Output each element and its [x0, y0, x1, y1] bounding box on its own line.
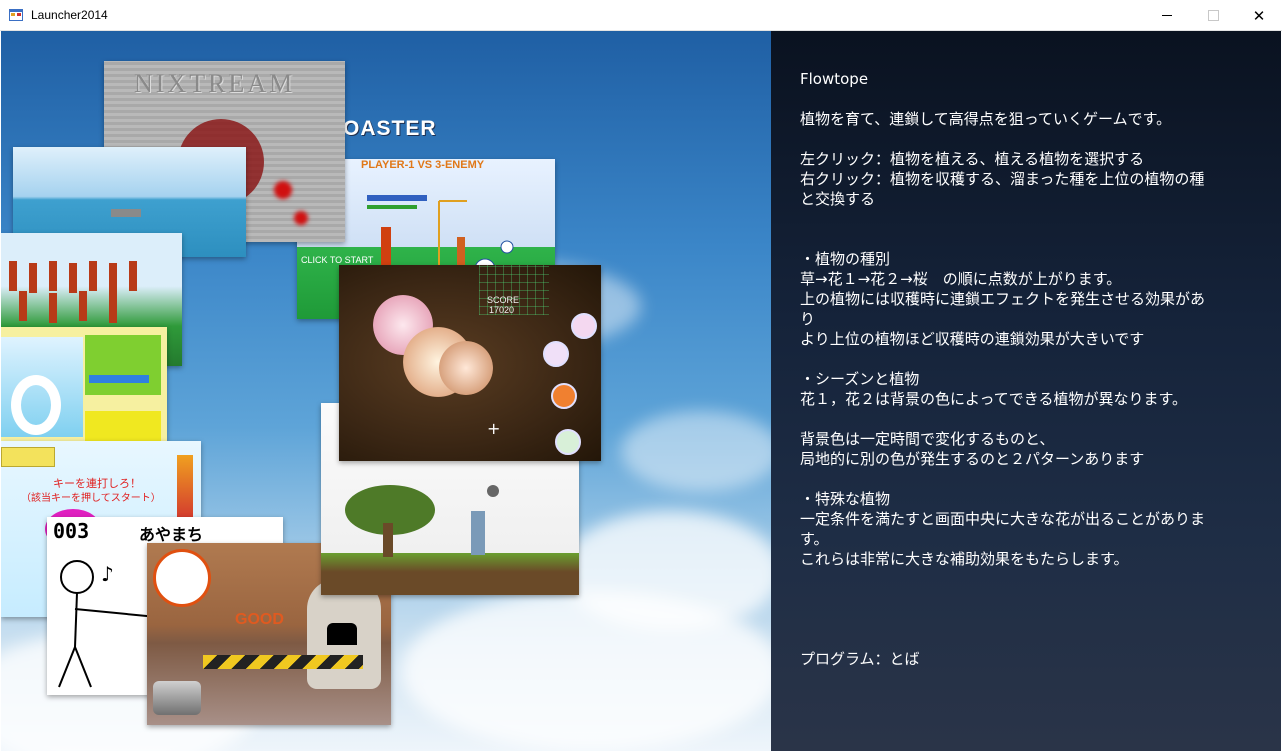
game-title: Flowtope	[800, 70, 869, 88]
description-line: 上の植物には収穫時に連鎖エフェクトを発生させる効果があ	[800, 290, 1206, 308]
tree-trunk	[383, 523, 393, 557]
game-description: Flowtope 植物を育て、連鎖して高得点を狙っていくゲームです。 左クリック：植…	[800, 69, 1270, 569]
description-panel: Flowtope 植物を育て、連鎖して高得点を狙っていくゲームです。 左クリック：植…	[771, 31, 1281, 751]
blood-splatter	[274, 181, 292, 199]
ayamachi-title: あやまち	[139, 525, 204, 544]
nixtream-title: NIXTREAM	[134, 69, 296, 98]
coaster-title: OASTER	[343, 117, 437, 140]
maximize-icon	[1207, 10, 1219, 21]
description-line: より上位の植物ほど収穫時の連鎖効果が大きいです	[800, 330, 1145, 348]
description-line: 局地的に別の色が発生するのと２パターンあります	[800, 450, 1145, 468]
flowtope-score-label: SCORE	[487, 295, 520, 305]
description-line: と交換する	[800, 190, 876, 208]
coaster-scene	[367, 195, 514, 277]
description-line	[800, 209, 1270, 229]
close-icon: ✕	[1252, 7, 1266, 25]
close-button[interactable]: ✕	[1236, 0, 1282, 31]
minimize-button[interactable]	[1144, 0, 1190, 31]
minimize-icon	[1162, 15, 1172, 16]
description-line: 右クリック：植物を収穫する、溜まった種を上位の植物の種	[800, 170, 1205, 188]
rapid-line2: （該当キーを押してスタート）	[21, 493, 161, 504]
orb-orange	[551, 383, 577, 409]
app-icon	[9, 9, 23, 21]
metal-bucket	[153, 681, 201, 715]
ghost-mouth	[327, 623, 357, 645]
description-line: ・植物の種別	[800, 250, 891, 268]
coaster-subtitle: PLAYER-1 VS 3-ENEMY	[361, 159, 485, 171]
cloud	[401, 591, 771, 751]
orb-pink	[571, 313, 597, 339]
program-credit: プログラム：とば	[800, 650, 920, 668]
ayamachi-counter: 003	[53, 519, 90, 543]
description-line	[800, 89, 1270, 109]
description-line: 一定条件を満たすと画面中央に大きな花が出ることがありま	[800, 510, 1206, 528]
description-line: 花１，花２は背景の色によってできる植物が異なります。	[800, 390, 1188, 408]
description-line: ・シーズンと植物	[800, 370, 920, 388]
svg-text:♪: ♪	[101, 562, 114, 586]
description-line: 草→花１→花２→桜 の順に点数が上がります。	[800, 270, 1122, 288]
puzzle-bar	[89, 375, 149, 383]
clock-good-text: GOOD	[235, 611, 284, 628]
coaster-start-text: CLICK TO START	[301, 255, 374, 265]
blood-splatter	[294, 211, 308, 225]
puzzle-right-pane	[85, 335, 161, 395]
orb-green	[555, 429, 581, 455]
description-line: り	[800, 310, 816, 328]
launcher-content: PLAYER-1 VS 3-ENEMY CLICK TO START OASTE…	[1, 31, 1281, 751]
description-line: ・特殊な植物	[800, 490, 891, 508]
puzzle-zero	[11, 375, 61, 435]
rapid-meter	[177, 455, 193, 525]
description-line: 植物を育て、連鎖して高得点を狙っていくゲームです。	[800, 110, 1172, 128]
orb-white	[543, 341, 569, 367]
conveyor-belt	[203, 655, 363, 669]
ocean-ship	[111, 209, 141, 217]
description-line: これらは非常に大きな補助効果をもたらします。	[800, 550, 1129, 568]
forest-character	[471, 511, 485, 555]
cloud	[621, 411, 771, 491]
clock-icon	[153, 549, 211, 607]
window-title: Launcher2014	[31, 8, 108, 22]
game-thumbnail-flowtope[interactable]: SCORE 17020 +	[339, 265, 601, 461]
flowtope-score-value: 17020	[489, 305, 515, 315]
description-line	[800, 229, 1270, 249]
description-line: す。	[800, 530, 829, 548]
spike-ball	[487, 485, 499, 497]
description-line	[800, 129, 1270, 149]
game-gallery[interactable]: PLAYER-1 VS 3-ENEMY CLICK TO START OASTE…	[1, 31, 771, 751]
rapid-gauge	[1, 447, 55, 467]
description-line: 左クリック：植物を植える、植える植物を選択する	[800, 150, 1145, 168]
description-line: 背景色は一定時間で変化するものと、	[800, 430, 1055, 448]
maximize-button[interactable]	[1190, 0, 1236, 31]
window-titlebar[interactable]: Launcher2014 ✕	[0, 0, 1282, 31]
description-line	[800, 349, 1270, 369]
description-line	[800, 469, 1270, 489]
description-line	[800, 409, 1270, 429]
sakura-flower	[439, 341, 493, 395]
crosshair-icon: +	[487, 419, 501, 438]
